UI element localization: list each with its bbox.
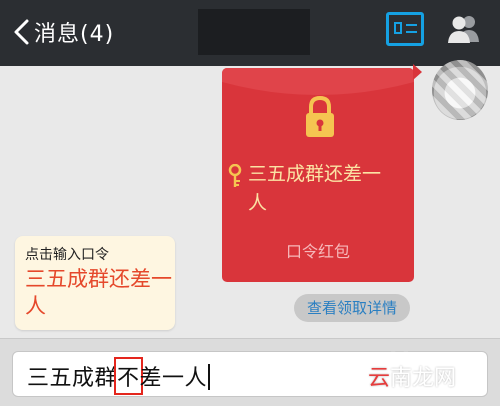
watermark-part1: 云: [368, 366, 391, 391]
input-text-before: 三五成群: [27, 366, 118, 391]
back-button[interactable]: 消息(4): [10, 12, 114, 52]
top-navigation-bar: 消息(4): [0, 0, 500, 66]
red-packet-password: 三五成群还差一人: [248, 163, 382, 214]
watermark: 云南龙网: [368, 360, 456, 392]
enter-password-hint: 点击输入口令: [25, 247, 109, 263]
enter-password-text: 三五成群还差一人: [25, 267, 172, 318]
red-packet-bubble-tail: [413, 64, 422, 80]
view-claim-details-button[interactable]: 查看领取详情: [294, 294, 410, 322]
text-caret: [208, 364, 211, 390]
chat-title-redacted: [198, 9, 310, 55]
back-chevron-icon: [14, 19, 29, 45]
contact-card-icon[interactable]: [386, 12, 424, 46]
enter-password-bubble[interactable]: 点击输入口令 三五成群还差一人: [15, 236, 175, 330]
watermark-part2: 南龙网: [390, 366, 457, 391]
key-icon: [228, 164, 242, 187]
message-input-text: 三五成群不差一人: [27, 357, 211, 395]
red-packet-label: 口令红包: [285, 242, 350, 261]
highlighted-character: 不: [114, 357, 143, 395]
avatar[interactable]: [432, 60, 488, 120]
lock-icon: [306, 95, 334, 137]
input-text-after: 差一人: [139, 366, 208, 391]
red-packet-message[interactable]: 三五成群还差一人 口令红包: [222, 68, 414, 282]
back-label: 消息(4): [34, 22, 115, 47]
people-icon[interactable]: [446, 12, 482, 46]
